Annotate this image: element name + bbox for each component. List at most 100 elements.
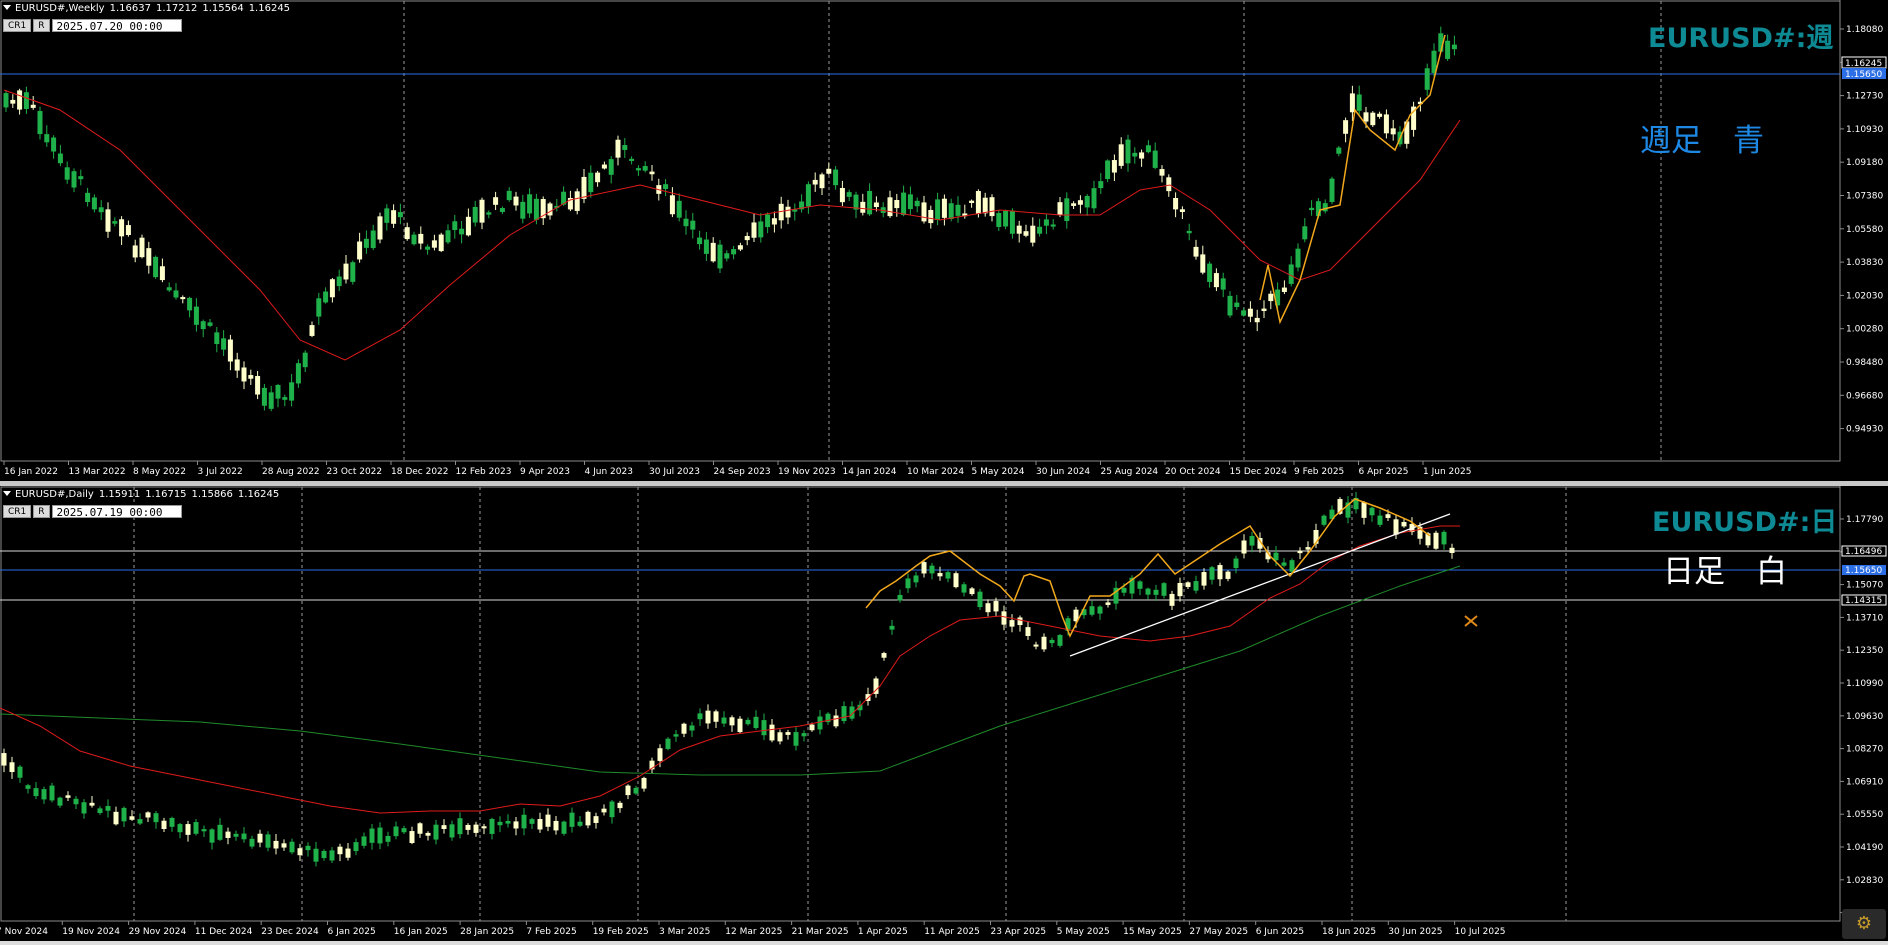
candle (1139, 152, 1145, 159)
candle (481, 826, 487, 829)
date-label: 9 Apr 2023 (520, 467, 570, 477)
candle (905, 578, 911, 589)
daily-chart-canvas[interactable]: 1.17790 1.16245 1.15070 1.13710 1.12350 1.109… (0, 486, 1888, 941)
price-label: 1.12350 (1846, 646, 1883, 656)
candle (1201, 572, 1207, 586)
price-label: 1.09180 (1846, 158, 1883, 168)
daily-open: 1.15911 (98, 489, 141, 500)
candle (1017, 617, 1023, 626)
candle (1261, 308, 1267, 312)
weekly-chart-pane[interactable]: 1.180801.145301.127301.109301.091801.073… (0, 0, 1888, 481)
price-label: 0.96680 (1846, 391, 1883, 401)
candle (193, 822, 199, 834)
candle (393, 826, 399, 837)
candle (601, 164, 607, 169)
mt-logo-icon: ⚙ (1842, 909, 1886, 939)
candle (1424, 68, 1430, 90)
candle (261, 387, 267, 406)
r-button[interactable]: R (33, 19, 50, 32)
candle (1295, 248, 1301, 268)
date-label: 16 Jan 2022 (4, 467, 58, 477)
candle (753, 716, 759, 728)
candle (431, 240, 437, 248)
candle (1009, 210, 1015, 234)
daily-chart-pane[interactable]: 1.17790 1.16245 1.15070 1.13710 1.12350 1.109… (0, 486, 1888, 941)
r-button[interactable]: R (33, 505, 50, 518)
weekly-close: 1.16245 (248, 3, 291, 14)
candle (1449, 547, 1455, 553)
moving-average-line (3, 89, 1461, 361)
candle (321, 850, 327, 859)
candle (642, 166, 648, 171)
candle (1016, 225, 1022, 234)
candle (153, 813, 159, 823)
candle (907, 194, 913, 210)
candle (1213, 273, 1219, 288)
candle (873, 202, 879, 208)
date-label: 1 Apr 2025 (858, 927, 908, 937)
candle (438, 234, 444, 252)
candle (129, 816, 135, 820)
date-label: 18 Dec 2022 (391, 467, 449, 477)
candle (409, 831, 415, 844)
candle (777, 732, 783, 742)
candle (761, 720, 767, 736)
candle (64, 167, 70, 180)
candle (282, 397, 288, 400)
line-price-label: 1.15650 (1845, 70, 1882, 80)
date-label: 12 Mar 2025 (725, 927, 782, 937)
candle (1050, 224, 1056, 227)
candle (593, 816, 599, 823)
cr1-button[interactable]: CR1 (3, 505, 32, 518)
candle (113, 811, 119, 825)
candle (1121, 587, 1127, 593)
candle (1254, 317, 1260, 323)
datetime-field[interactable]: 2025.07.20 00:00 (51, 19, 182, 33)
candle (1091, 188, 1097, 209)
weekly-controls: CR1 R 2025.07.20 00:00 (3, 19, 182, 33)
candle (1249, 535, 1255, 546)
weekly-chart-canvas[interactable]: 1.180801.145301.127301.109301.091801.073… (0, 0, 1888, 481)
candle (23, 92, 29, 109)
candle (1451, 44, 1457, 50)
candle (377, 216, 383, 240)
candle (1356, 94, 1362, 111)
candle (207, 322, 213, 326)
date-label: 15 Dec 2024 (1230, 467, 1288, 477)
candle (201, 829, 207, 832)
candle (1361, 502, 1367, 518)
candle (449, 824, 455, 838)
candle (751, 222, 757, 238)
datetime-field[interactable]: 2025.07.19 00:00 (51, 505, 182, 519)
candle (479, 199, 485, 223)
candle (121, 807, 127, 822)
candle (217, 824, 223, 840)
chevron-down-icon[interactable] (3, 491, 11, 496)
candle (457, 818, 463, 835)
price-label: 1.10930 (1846, 125, 1883, 135)
price-label: 1.13710 (1846, 613, 1883, 623)
weekly-low: 1.15564 (202, 3, 244, 14)
candle (841, 706, 847, 722)
daily-controls: CR1 R 2025.07.19 00:00 (3, 505, 182, 519)
candle (505, 820, 511, 824)
candle (452, 221, 458, 230)
price-label: 1.05550 (1846, 810, 1883, 820)
candle (91, 197, 97, 210)
candle (112, 221, 118, 224)
price-label: 1.08270 (1846, 745, 1883, 755)
date-label: 21 Mar 2025 (792, 927, 849, 937)
candle (710, 242, 716, 262)
candle (377, 827, 383, 844)
candle (177, 824, 183, 833)
chevron-down-icon[interactable] (3, 5, 11, 10)
candle (1322, 203, 1328, 212)
candle (361, 836, 367, 846)
weekly-symbol-label: EURUSD#:週 (1648, 23, 1834, 54)
cr1-button[interactable]: CR1 (3, 19, 32, 32)
candle (1118, 144, 1124, 166)
candle (969, 588, 975, 595)
candle (977, 591, 983, 608)
candle (1289, 560, 1295, 572)
candle (1023, 231, 1029, 236)
